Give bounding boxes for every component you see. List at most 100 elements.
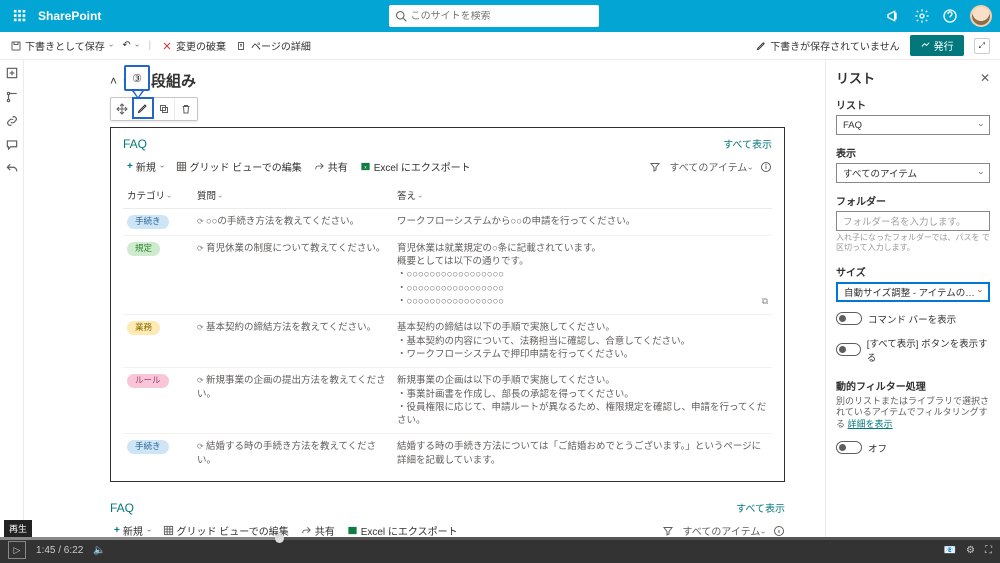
unsaved-warning: 下書きが保存されていません	[756, 38, 899, 53]
save-draft-button[interactable]: 下書きとして保存	[10, 38, 112, 53]
view-select[interactable]: すべてのアイテム	[836, 163, 990, 183]
edit-webpart-button[interactable]	[132, 97, 154, 119]
collapse-section-icon[interactable]: ˄	[110, 74, 117, 88]
export-excel-button[interactable]: xExcel にエクスポート	[360, 159, 471, 174]
webpart-floating-toolbar	[110, 97, 198, 121]
search-box[interactable]	[389, 5, 599, 27]
close-pane-button[interactable]: ✕	[980, 71, 990, 85]
video-progress-fill	[0, 537, 280, 540]
folder-input[interactable]: フォルダー名を入力します。	[836, 211, 990, 231]
video-settings-icon[interactable]: ⚙	[966, 545, 975, 556]
move-webpart-button[interactable]	[111, 98, 133, 120]
export-excel-button-2[interactable]: Excel にエクスポート	[347, 523, 458, 538]
duplicate-webpart-button[interactable]	[153, 98, 175, 120]
grid-edit-button[interactable]: グリッド ビューでの編集	[176, 159, 302, 174]
label-view: 表示	[836, 145, 990, 160]
property-pane: リスト ✕ リスト FAQ 表示 すべてのアイテム フォルダー フォルダー名を入…	[825, 60, 1000, 563]
page-command-bar: 下書きとして保存 ↶ | 変更の破棄 ページの詳細 下書きが保存されていません …	[0, 32, 1000, 60]
webpart-title-2: FAQ	[110, 501, 134, 515]
app-name: SharePoint	[38, 9, 101, 23]
table-row[interactable]: 業務基本契約の締結方法を教えてください。基本契約の締結は以下の手順で実施してくだ…	[123, 315, 772, 368]
share-button[interactable]: 共有	[314, 159, 348, 174]
folder-hint: 入れ子になったフォルダーでは、パスを で区切って入力します。	[836, 233, 990, 254]
category-pill: 規定	[127, 242, 160, 256]
filter-description: 別のリストまたはライブラリで選択されているアイテムでフィルタリングする 詳細を表…	[836, 396, 990, 431]
undo-button[interactable]: ↶	[122, 40, 138, 51]
table-body-1: 手続き○○の手続き方法を教えてください。ワークフローシステムから○○の申請を行っ…	[123, 209, 772, 474]
col-answer[interactable]: 答え	[397, 191, 416, 202]
volume-icon[interactable]: 🔈	[93, 545, 105, 556]
video-time: 1:45 / 6:22	[36, 545, 83, 556]
question-cell: 結婚する時の手続き方法を教えてください。	[193, 434, 393, 473]
show-all-link-2[interactable]: すべて表示	[736, 500, 785, 515]
megaphone-icon[interactable]	[886, 8, 902, 24]
suite-header: SharePoint	[0, 0, 1000, 32]
table-row[interactable]: 手続き○○の手続き方法を教えてください。ワークフローシステムから○○の申請を行っ…	[123, 209, 772, 236]
grid-edit-button-2[interactable]: グリッド ビューでの編集	[163, 523, 289, 538]
table-row[interactable]: 規定 育児休業の制度について教えてください。育児休業は就業規定の○条に記載されてい…	[123, 235, 772, 314]
share-button-2[interactable]: 共有	[301, 523, 335, 538]
page-details-button[interactable]: ページの詳細	[236, 38, 311, 53]
play-button[interactable]: ▷	[8, 541, 26, 559]
fullscreen-icon[interactable]: ⛶	[985, 545, 992, 556]
size-select[interactable]: 自動サイズ調整 - アイテムの数に合わせ...	[836, 282, 990, 302]
app-launcher-icon[interactable]	[8, 4, 32, 28]
avatar[interactable]	[970, 5, 992, 27]
list-webpart-selected[interactable]: FAQ すべて表示 +新規 グリッド ビューでの編集 共有 xExcel にエク…	[110, 127, 785, 482]
view-selector[interactable]: すべてのアイテム	[669, 159, 752, 174]
new-item-button[interactable]: +新規	[127, 159, 164, 174]
delete-webpart-button[interactable]	[175, 98, 197, 120]
col-question[interactable]: 質問	[197, 191, 216, 202]
question-cell: 育児休業の制度について教えてください。	[193, 235, 393, 314]
label-list: リスト	[836, 97, 990, 112]
question-cell: 新規事業の企画の提出方法を教えてください。	[193, 368, 393, 434]
filter-details-link[interactable]: 詳細を表示	[848, 419, 893, 429]
question-cell: ○○の手続き方法を教えてください。	[193, 209, 393, 236]
search-input[interactable]	[411, 11, 593, 22]
answer-cell: 育児休業は就業規定の○条に記載されています。 概要としては以下の通りです。 ・○…	[393, 235, 772, 314]
rail-icon-2[interactable]	[5, 90, 19, 104]
toggle-icon	[836, 441, 862, 454]
view-selector-2[interactable]: すべてのアイテム	[682, 523, 765, 538]
faq-list-table: カテゴリ 質問 答え 手続き○○の手続き方法を教えてください。ワークフローシステ…	[123, 182, 772, 473]
table-row[interactable]: 手続き結婚する時の手続き方法を教えてください。結婚する時の手続き方法については「…	[123, 434, 772, 473]
new-item-button-2[interactable]: +新規	[114, 523, 151, 538]
col-category[interactable]: カテゴリ	[127, 191, 165, 202]
share-icon	[314, 161, 325, 172]
toggle-commandbar[interactable]: コマンド バーを表示	[836, 312, 990, 326]
show-all-link[interactable]: すべて表示	[723, 136, 772, 151]
add-section-icon[interactable]	[5, 66, 19, 80]
comment-icon[interactable]	[5, 138, 19, 152]
link-icon[interactable]	[5, 114, 19, 128]
category-pill: 業務	[127, 321, 160, 335]
filter-icon[interactable]	[649, 161, 661, 173]
list-command-bar: +新規 グリッド ビューでの編集 共有 xExcel にエクスポート すべてのア…	[123, 151, 772, 182]
copy-icon[interactable]: ⧉	[762, 295, 768, 308]
page-canvas: ③ ˄ ▭ 1 段組み FAQ すべて表示 +新規 グリッド ビューでの編集 共…	[24, 60, 825, 563]
publish-button[interactable]: 発行	[910, 35, 964, 56]
details-icon	[236, 40, 248, 52]
video-progress-track[interactable]	[0, 537, 1000, 540]
expand-pane-button[interactable]: ⤢	[974, 38, 990, 54]
info-icon[interactable]	[760, 161, 772, 173]
label-folder: フォルダー	[836, 193, 990, 208]
table-row[interactable]: ルール新規事業の企画の提出方法を教えてください。新規事業の企画は以下の手順で実施…	[123, 368, 772, 434]
cc-icon[interactable]: 📧	[944, 545, 956, 556]
discard-changes-button[interactable]: 変更の破棄	[161, 38, 226, 53]
toggle-icon	[836, 312, 862, 325]
video-control-bar: ▷ 1:45 / 6:22 🔈 📧 ⚙ ⛶	[0, 537, 1000, 563]
label-size: サイズ	[836, 264, 990, 279]
playback-badge: 再生	[4, 520, 32, 537]
list-select[interactable]: FAQ	[836, 115, 990, 135]
pane-title: リスト	[836, 68, 875, 87]
answer-cell: 新規事業の企画は以下の手順で実施してください。 ・事業計画書を作成し、部長の承認…	[393, 368, 772, 434]
webpart-title: FAQ	[123, 137, 147, 151]
excel-icon: x	[360, 161, 371, 172]
info-icon-2[interactable]	[773, 525, 785, 537]
undo-icon[interactable]	[5, 162, 19, 176]
toggle-showall[interactable]: [すべて表示] ボタンを表示する	[836, 336, 990, 364]
gear-icon[interactable]	[914, 8, 930, 24]
toggle-filter-off[interactable]: オフ	[836, 441, 990, 455]
help-icon[interactable]	[942, 8, 958, 24]
filter-icon-2[interactable]	[662, 525, 674, 537]
